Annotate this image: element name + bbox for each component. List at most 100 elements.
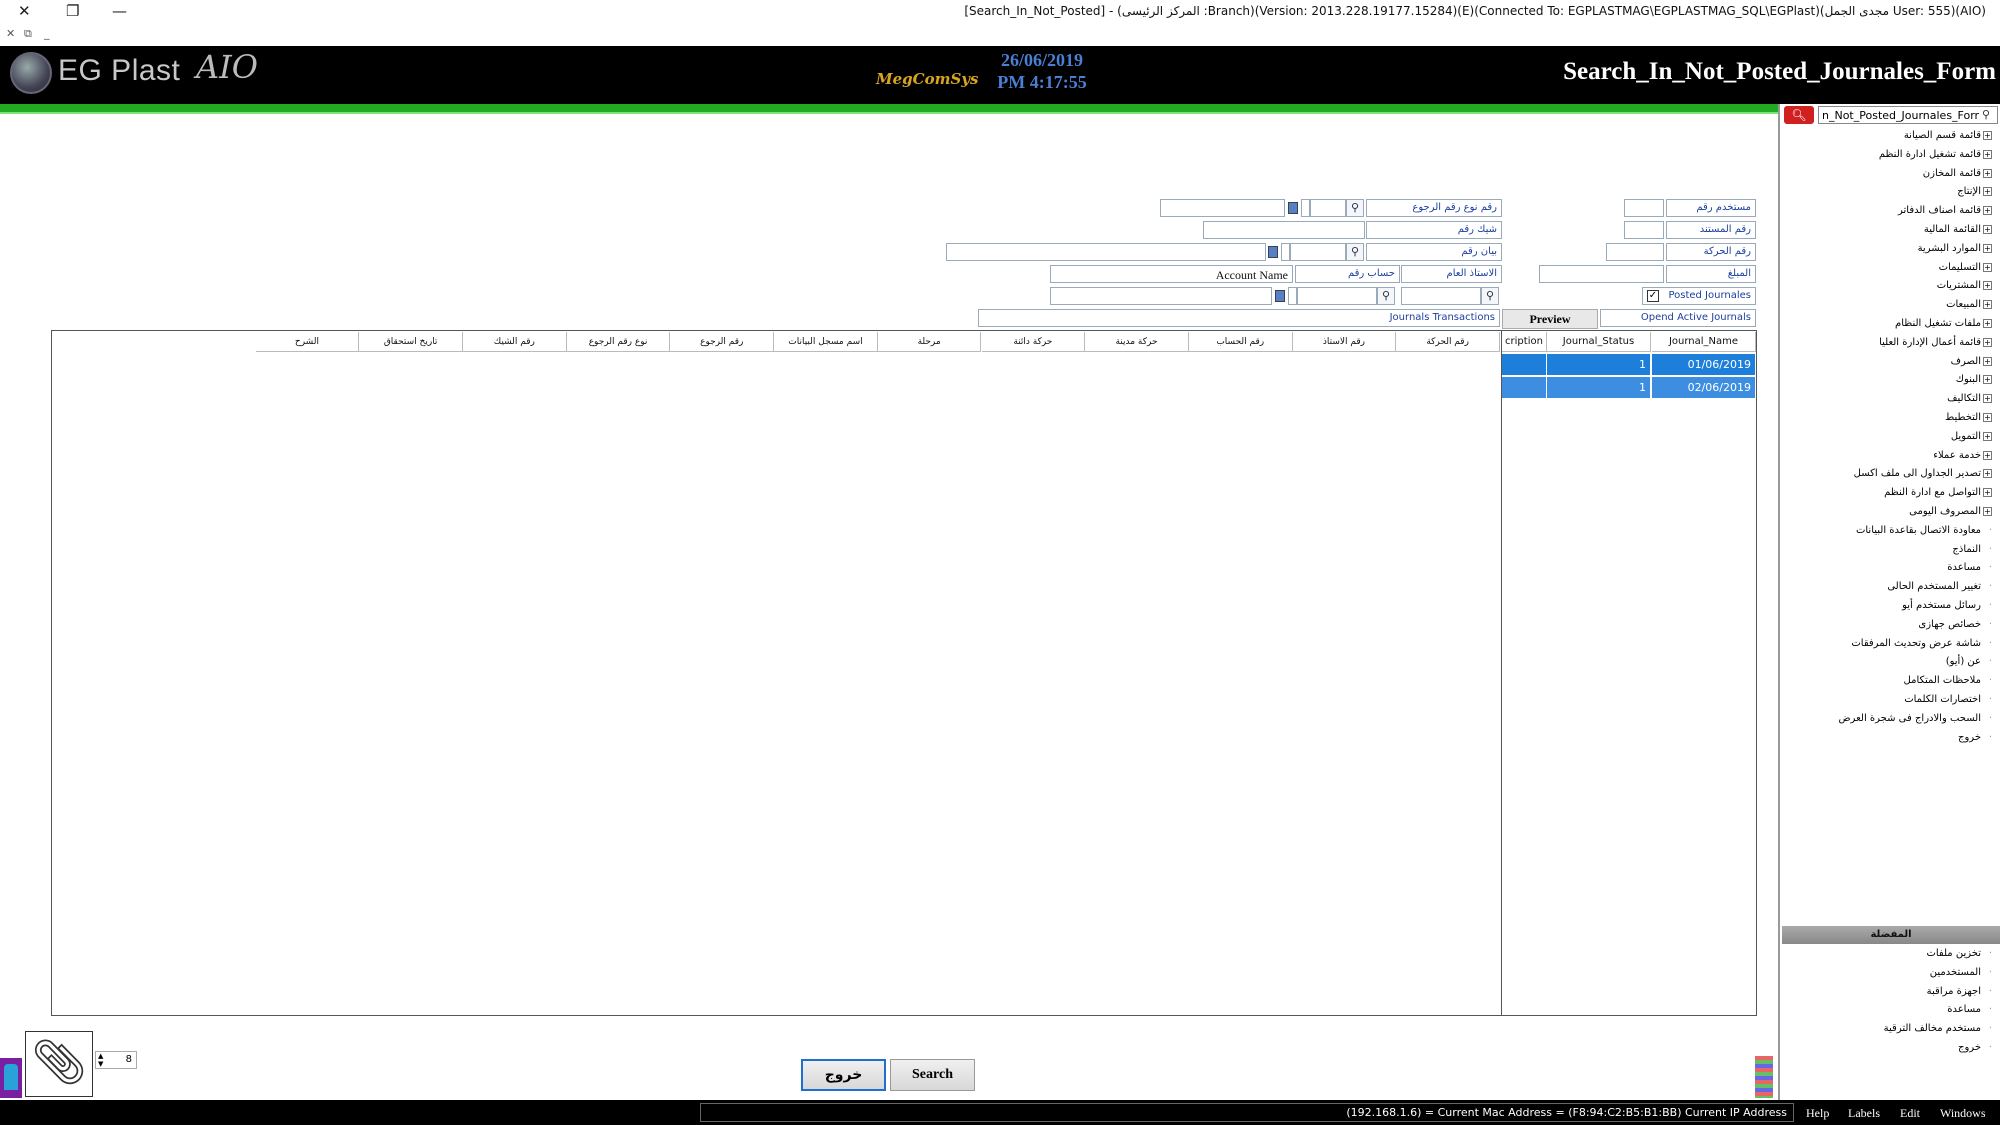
account-no-input[interactable] (1297, 287, 1377, 305)
journals-cell[interactable] (1502, 377, 1547, 399)
move-no-input[interactable] (1606, 243, 1664, 261)
mdi-close-icon[interactable]: ✕ (6, 27, 15, 40)
color-strip-icon[interactable] (1755, 1056, 1773, 1098)
expand-icon[interactable]: + (1983, 375, 1992, 385)
tree-item[interactable]: +خدمة عملاء (1933, 450, 1992, 461)
restore-icon[interactable]: ❐ (66, 2, 79, 20)
transactions-column-header[interactable]: اسم مسجل البيانات (774, 332, 878, 352)
journals-cell[interactable] (1502, 354, 1547, 376)
search-icon[interactable]: ⚲ (1481, 287, 1499, 305)
tree-item[interactable]: +التسليمات (1939, 262, 1992, 273)
expand-icon[interactable]: + (1983, 300, 1992, 310)
tree-item[interactable]: +قائمة اصناف الدفاتر (1898, 205, 1992, 216)
expand-icon[interactable]: + (1983, 206, 1992, 216)
table-icon[interactable] (1268, 246, 1278, 258)
transactions-column-header[interactable]: رقم الحساب (1188, 332, 1293, 352)
expand-icon[interactable]: + (1983, 469, 1992, 479)
tree-item[interactable]: · عن (أيو) (1946, 656, 1992, 667)
journals-cell[interactable]: 01/06/2019 (1652, 354, 1756, 376)
tree-item[interactable]: · اختصارات الكلمات (1904, 694, 1992, 705)
expand-icon[interactable]: + (1983, 281, 1992, 291)
transactions-column-header[interactable]: نوع رقم الرجوع (566, 332, 671, 352)
search-icon[interactable]: ⚲ (1377, 287, 1395, 305)
tree-item[interactable]: +المبيعات (1946, 299, 1992, 310)
expand-icon[interactable]: + (1983, 319, 1992, 328)
check-no-input[interactable] (1203, 221, 1365, 239)
transactions-column-header[interactable]: رقم الحركة (1396, 332, 1500, 352)
expand-icon[interactable]: + (1983, 337, 1992, 347)
tree-item[interactable]: · خروج (1958, 732, 1992, 743)
expand-icon[interactable]: + (1983, 149, 1992, 159)
menu-help[interactable]: Help (1806, 1106, 1829, 1121)
tree-item[interactable]: +البنوك (1956, 374, 1992, 385)
user-no-input[interactable] (1624, 199, 1664, 217)
menu-edit[interactable]: Edit (1900, 1106, 1920, 1121)
tree-item[interactable]: · السحب والادراج فى شجرة العرض (1838, 713, 1992, 724)
tree-item[interactable]: +المصروف اليومى (1909, 506, 1992, 517)
tree-item[interactable]: +التخطيط (1945, 412, 1992, 423)
expand-icon[interactable]: + (1983, 262, 1992, 272)
favorite-item[interactable]: · تخزين ملفات (1926, 948, 1992, 959)
transactions-column-header[interactable]: مرحلة (877, 332, 982, 352)
menu-labels[interactable]: Labels (1848, 1106, 1880, 1121)
search-icon[interactable]: ⚲ (1982, 108, 1990, 121)
tree-item[interactable]: · خصائص جهازى (1918, 619, 1992, 630)
transactions-column-header[interactable]: رقم الشيك (463, 332, 567, 352)
journals-cell[interactable]: 1 (1547, 377, 1651, 399)
tree-item[interactable]: +قائمة المخازن (1923, 168, 1992, 179)
mdi-minimize-icon[interactable]: _ (44, 27, 50, 40)
transactions-column-header[interactable]: تاريخ استحقاق (359, 332, 463, 352)
posted-journals-checkbox[interactable]: ✓ (1647, 290, 1659, 302)
preview-button[interactable]: Preview (1502, 309, 1598, 329)
expand-icon[interactable]: + (1983, 356, 1992, 366)
journals-column-header[interactable]: Journal_Name (1652, 332, 1756, 352)
expand-icon[interactable]: + (1983, 450, 1992, 460)
tree-item[interactable]: +التواصل مع ادارة النظم (1884, 487, 1992, 498)
table-icon[interactable] (1288, 202, 1298, 214)
paperclip-icon[interactable]: 📎︎ (25, 1031, 93, 1097)
expand-icon[interactable]: + (1983, 225, 1992, 234)
expand-icon[interactable]: + (1983, 507, 1992, 516)
tree-item[interactable]: · تغيير المستخدم الحالى (1887, 581, 1992, 592)
exit-button[interactable]: خروج (801, 1059, 886, 1091)
expand-icon[interactable]: + (1983, 187, 1992, 197)
journals-column-header[interactable]: cription (1502, 332, 1547, 352)
tree-item[interactable]: +قائمة أعمال الإدارة العليا (1879, 337, 1992, 348)
general-ledger-input[interactable] (1401, 287, 1481, 305)
expand-icon[interactable]: + (1983, 168, 1992, 178)
quantity-stepper[interactable]: ▲ ▼ 8 (95, 1051, 137, 1069)
stepper-up-icon[interactable]: ▲ (98, 1052, 103, 1060)
amount-input[interactable] (1539, 265, 1664, 283)
search-input[interactable] (1818, 106, 1998, 124)
tree-item[interactable]: +قائمة قسم الصيانة (1904, 130, 1992, 141)
journals-cell[interactable]: 1 (1547, 354, 1651, 376)
transactions-column-header[interactable]: حركة مدينة (1085, 332, 1189, 352)
tree-item[interactable]: +الموارد البشرية (1918, 243, 1992, 254)
favorite-item[interactable]: · المستخدمين (1930, 967, 1992, 978)
tree-item[interactable]: · شاشة عرض وتحديث المرفقات (1851, 638, 1992, 649)
tree-item[interactable]: +تصدير الجداول الى ملف اكسل (1854, 468, 1992, 479)
expand-icon[interactable]: + (1983, 243, 1992, 253)
favorite-item[interactable]: · مستخدم مخالف الترقية (1884, 1023, 1992, 1034)
menu-windows[interactable]: Windows (1940, 1106, 1986, 1121)
expand-icon[interactable]: + (1983, 431, 1992, 441)
transactions-column-header[interactable]: رقم الاستاذ (1292, 332, 1397, 352)
tree-item[interactable]: +القائمة المالية (1924, 224, 1992, 235)
tree-item[interactable]: +قائمة تشغيل ادارة النظم (1879, 149, 1992, 160)
search-submit-button[interactable]: Search (890, 1059, 975, 1091)
transactions-column-header[interactable]: الشرح (255, 332, 360, 352)
favorite-item[interactable]: · مساعدة (1947, 1004, 1992, 1015)
grid-splitter[interactable] (1501, 330, 1502, 1016)
tree-item[interactable]: +التمويل (1951, 431, 1992, 442)
transactions-column-header[interactable]: رقم الرجوع (670, 332, 775, 352)
expand-icon[interactable]: + (1983, 131, 1992, 140)
tree-item[interactable]: · ملاحظات المتكامل (1904, 675, 1992, 686)
search-icon[interactable]: ⚲ (1346, 243, 1364, 261)
expand-icon[interactable]: + (1983, 394, 1992, 404)
tree-item[interactable]: +الإنتاج (1957, 186, 1992, 197)
stepper-down-icon[interactable]: ▼ (98, 1060, 103, 1068)
app-edge-icon[interactable] (0, 1058, 22, 1098)
tree-item[interactable]: · رسائل مستخدم أيو (1902, 600, 1992, 611)
tree-item[interactable]: · معاودة الاتصال بقاعدة البيانات (1856, 525, 1992, 536)
journals-cell[interactable]: 02/06/2019 (1652, 377, 1756, 399)
